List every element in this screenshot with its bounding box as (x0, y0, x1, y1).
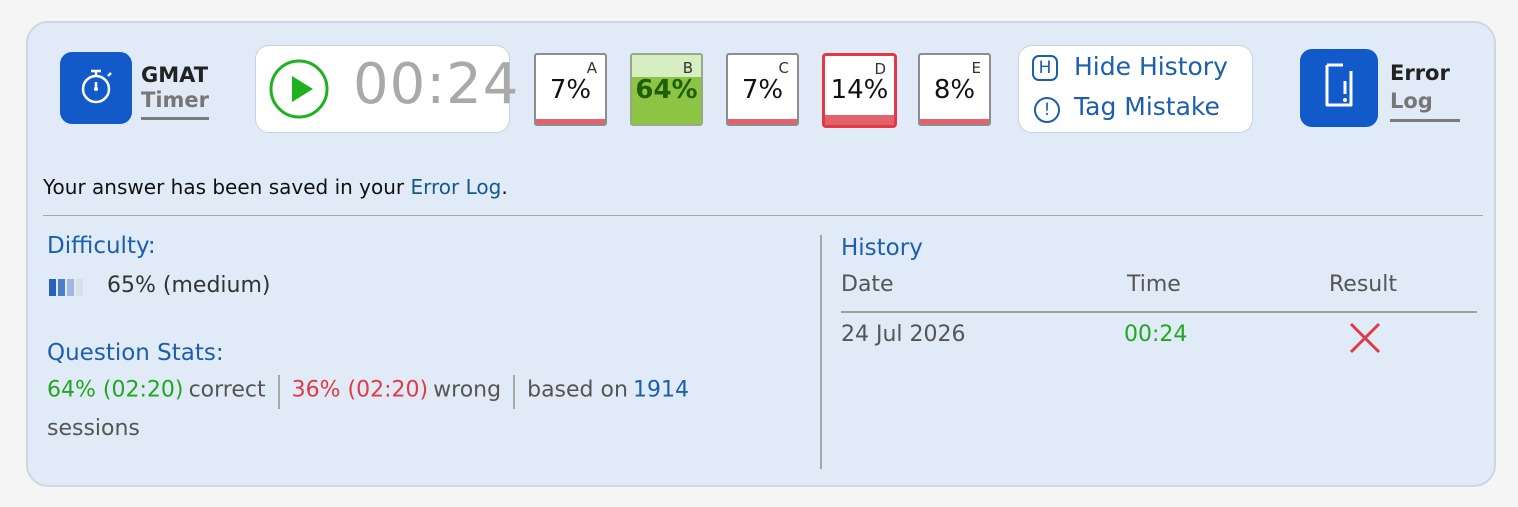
saved-message-text: Your answer has been saved in your (43, 175, 411, 199)
answer-percent: 8% (933, 75, 976, 105)
timer-app-underline (141, 117, 209, 120)
answer-a[interactable]: A 7% (534, 53, 607, 126)
answer-percent: 64% (635, 75, 698, 105)
answer-percent: 7% (741, 75, 784, 105)
answer-bar (536, 119, 605, 124)
question-stats-line: 64% (02:20) correct 36% (02:20) wrong base… (47, 375, 689, 409)
tag-mistake-link[interactable]: Tag Mistake (1074, 92, 1220, 121)
timer-value: 00:24 (353, 52, 520, 117)
stat-separator (513, 375, 516, 409)
answer-percent: 14% (830, 75, 889, 105)
history-header-rule (841, 311, 1477, 313)
history-col-date: Date (841, 272, 894, 297)
column-divider (820, 235, 822, 469)
play-icon (268, 59, 330, 124)
sessions-label: sessions (47, 416, 140, 441)
answer-d[interactable]: D 14% (822, 53, 897, 128)
answer-e[interactable]: E 8% (918, 53, 991, 126)
error-log-title: Error (1390, 61, 1450, 85)
history-row-time: 00:24 (1124, 322, 1188, 347)
difficulty-value: 65% (medium) (107, 273, 271, 298)
h-key-icon: H (1032, 55, 1058, 81)
divider (43, 215, 1483, 216)
error-log-icon (1319, 61, 1359, 115)
timer-display: 00:24 (255, 45, 518, 133)
error-log-link[interactable]: Error Log (410, 175, 501, 199)
error-log-button[interactable] (1300, 49, 1378, 127)
x-icon (1348, 321, 1382, 359)
correct-stat: 64% (02:20) (47, 377, 184, 403)
hide-history-link[interactable]: Hide History (1074, 52, 1228, 81)
wrong-stat: 36% (02:20) (291, 377, 429, 403)
answer-bar (825, 115, 894, 125)
error-log-underline (1390, 119, 1460, 122)
gmat-timer-button[interactable] (60, 52, 132, 124)
history-row-date: 24 Jul 2026 (841, 322, 966, 347)
answer-c[interactable]: C 7% (726, 53, 799, 126)
stopwatch-icon (75, 65, 117, 111)
play-button[interactable] (268, 58, 330, 124)
answer-bar (920, 119, 989, 124)
stat-separator (277, 375, 280, 409)
difficulty-bars-icon (49, 279, 85, 300)
difficulty-heading: Difficulty: (47, 233, 156, 259)
history-actions: H Hide History ! Tag Mistake (1018, 45, 1253, 133)
timer-panel: GMAT Timer 00:24 A 7% B 64% C 7% D 14% E… (26, 21, 1496, 487)
question-stats-heading: Question Stats: (47, 340, 224, 366)
exclamation-icon: ! (1034, 97, 1060, 123)
sessions-count: 1914 (633, 377, 690, 403)
saved-message: Your answer has been saved in your Error… (43, 175, 508, 199)
history-col-result: Result (1329, 272, 1397, 297)
error-log-subtitle: Log (1390, 89, 1433, 113)
history-heading: History (841, 235, 923, 261)
answer-percent: 7% (549, 75, 592, 105)
timer-app-title: GMAT (141, 63, 209, 87)
history-col-time: Time (1127, 272, 1181, 297)
answer-bar (728, 119, 797, 124)
timer-app-subtitle: Timer (141, 88, 210, 112)
answer-b[interactable]: B 64% (630, 53, 703, 126)
